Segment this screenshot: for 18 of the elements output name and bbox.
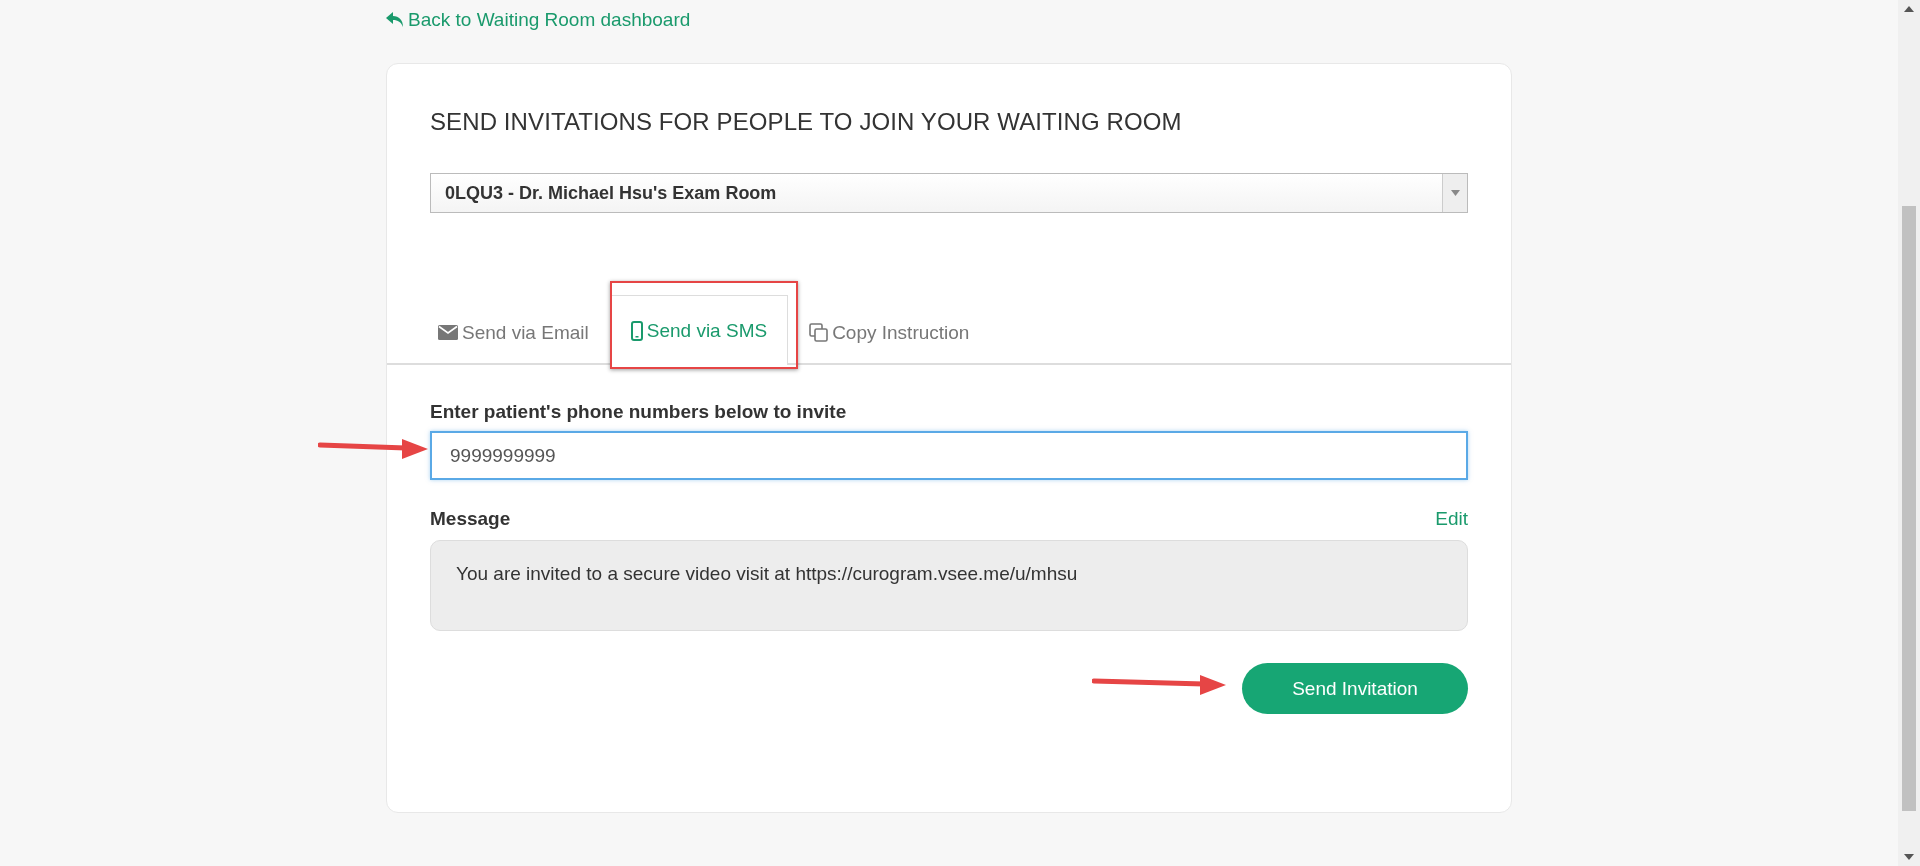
room-select[interactable]: 0LQU3 - Dr. Michael Hsu's Exam Room [430,173,1468,213]
message-label: Message [430,508,511,530]
phone-field-label: Enter patient's phone numbers below to invite [430,401,848,423]
scrollbar[interactable] [1898,0,1920,866]
scroll-up-icon[interactable] [1904,6,1914,12]
tab[interactable]: Copy Instruction [788,299,991,365]
message-text: You are invited to a secure video visit at https://curogram.vsee.me/u/mhsu [430,540,1468,631]
phone-input-field[interactable]: 9999999999 [430,431,1468,480]
envelope-icon [438,325,458,340]
send-invitation-button[interactable]: Send Invitation [1242,663,1468,714]
caret-icon [1450,190,1460,196]
edit-link[interactable]: Edit [1435,508,1468,530]
scroll-down-icon[interactable] [1904,854,1914,860]
mobile-phone-icon [630,320,643,341]
copy-icon [809,323,829,342]
reply-arrow-icon [386,12,404,28]
page-title: SEND INVITATIONS FOR PEOPLE TO JOIN YOUR WAITING ROOM [430,107,1183,136]
tab[interactable]: Send via Email [417,299,610,365]
